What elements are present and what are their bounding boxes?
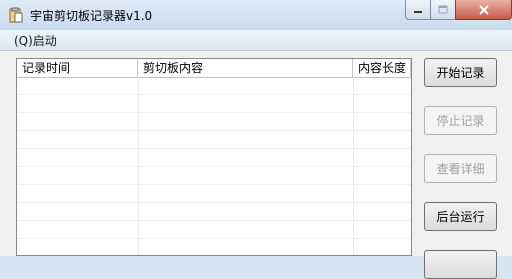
extra-button[interactable] [424, 250, 497, 279]
column-header-time[interactable]: 记录时间 [17, 59, 138, 77]
list-header: 记录时间 剪切板内容 内容长度 [17, 59, 411, 78]
close-button[interactable] [455, 0, 512, 20]
column-divider [138, 77, 139, 255]
menu-bar: (Q)启动 [0, 30, 512, 51]
run-background-button[interactable]: 后台运行 [424, 202, 497, 231]
column-divider [353, 77, 354, 255]
menu-start[interactable]: (Q)启动 [14, 32, 57, 49]
minimize-button[interactable] [405, 0, 431, 20]
maximize-button[interactable] [430, 0, 456, 20]
minimize-icon [414, 10, 422, 13]
window-title: 宇宙剪切板记录器v1.0 [30, 9, 153, 23]
maximize-icon [438, 5, 448, 14]
start-record-button[interactable]: 开始记录 [424, 58, 497, 87]
clipboard-icon [9, 7, 23, 23]
title-bar[interactable]: 宇宙剪切板记录器v1.0 [0, 0, 512, 30]
stop-record-button[interactable]: 停止记录 [424, 106, 497, 135]
column-header-content[interactable]: 剪切板内容 [138, 59, 353, 77]
column-header-length[interactable]: 内容长度 [353, 59, 411, 77]
record-list[interactable]: 记录时间 剪切板内容 内容长度 [16, 58, 412, 256]
list-grid [17, 77, 411, 255]
view-details-button[interactable]: 查看详细 [424, 154, 497, 183]
close-icon [478, 4, 489, 15]
